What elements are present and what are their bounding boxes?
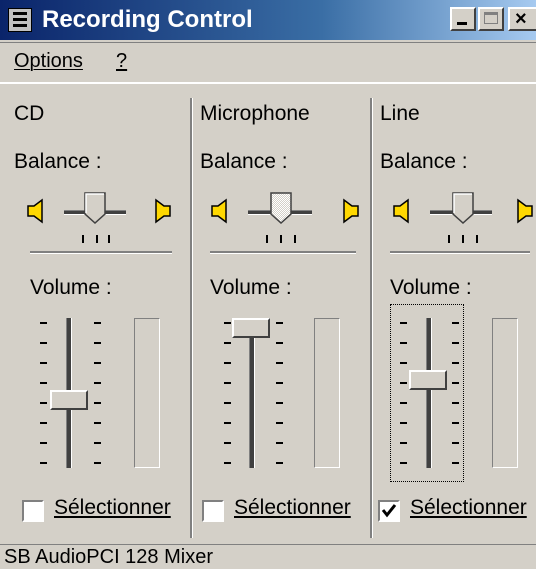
status-text: SB AudioPCI 128 Mixer <box>4 546 213 568</box>
balance-tick <box>266 235 268 243</box>
right-speaker-icon <box>155 198 171 224</box>
balance-label: Balance : <box>14 150 102 173</box>
right-speaker-icon <box>343 198 359 224</box>
level-meter <box>314 318 340 468</box>
checkmark-icon <box>381 504 397 518</box>
balance-tick <box>294 235 296 243</box>
right-speaker-icon <box>517 198 533 224</box>
balance-slider[interactable] <box>452 192 474 224</box>
balance-tick <box>108 235 110 243</box>
balance-label: Balance : <box>200 150 288 173</box>
channel-line: Line Balance : Volume : Sélectionner <box>372 92 536 544</box>
balance-tick <box>462 235 464 243</box>
window-title: Recording Control <box>42 6 253 33</box>
select-label[interactable]: Sélectionner <box>54 496 171 520</box>
channel-name: Line <box>380 102 420 125</box>
minimize-icon <box>457 22 467 25</box>
horizontal-divider <box>210 251 356 254</box>
maximize-icon <box>484 12 498 24</box>
select-checkbox[interactable] <box>378 500 400 522</box>
close-icon: × <box>515 8 527 30</box>
menu-bar: Options ? <box>0 42 536 84</box>
volume-label: Volume : <box>390 276 472 299</box>
channel-name: CD <box>14 102 45 125</box>
volume-slider[interactable] <box>232 318 270 338</box>
select-label[interactable]: Sélectionner <box>234 496 351 520</box>
menu-help[interactable]: ? <box>116 50 127 73</box>
maximize-button[interactable] <box>478 7 504 31</box>
channel-cd: CD Balance : Volume : Sélectionner <box>0 92 190 544</box>
title-bar[interactable]: Recording Control × <box>0 0 536 40</box>
volume-label: Volume : <box>30 276 112 299</box>
volume-slider[interactable] <box>409 370 447 390</box>
volume-slider[interactable] <box>50 389 88 410</box>
select-checkbox[interactable] <box>202 500 224 522</box>
status-bar: SB AudioPCI 128 Mixer <box>0 544 536 568</box>
balance-tick <box>448 235 450 243</box>
level-meter <box>492 318 518 468</box>
left-speaker-icon <box>211 198 227 224</box>
select-label[interactable]: Sélectionner <box>410 496 527 520</box>
balance-tick <box>96 235 98 243</box>
horizontal-divider <box>390 251 530 254</box>
channel-name: Microphone <box>200 102 310 125</box>
left-speaker-icon <box>27 198 43 224</box>
minimize-button[interactable] <box>450 7 476 31</box>
left-speaker-icon <box>393 198 409 224</box>
menu-options[interactable]: Options <box>14 50 83 73</box>
balance-slider[interactable] <box>270 192 292 224</box>
horizontal-divider <box>30 251 172 254</box>
close-button[interactable]: × <box>508 7 536 31</box>
balance-tick <box>82 235 84 243</box>
level-meter <box>134 318 160 468</box>
volume-track <box>249 318 255 468</box>
balance-tick <box>476 235 478 243</box>
balance-slider[interactable] <box>84 192 106 224</box>
volume-track <box>426 318 432 468</box>
balance-label: Balance : <box>380 150 468 173</box>
balance-tick <box>280 235 282 243</box>
channel-microphone: Microphone Balance : Volume : Sélectionn… <box>192 92 370 544</box>
volume-label: Volume : <box>210 276 292 299</box>
select-checkbox[interactable] <box>22 500 44 522</box>
mixer-app-icon[interactable] <box>8 8 32 32</box>
